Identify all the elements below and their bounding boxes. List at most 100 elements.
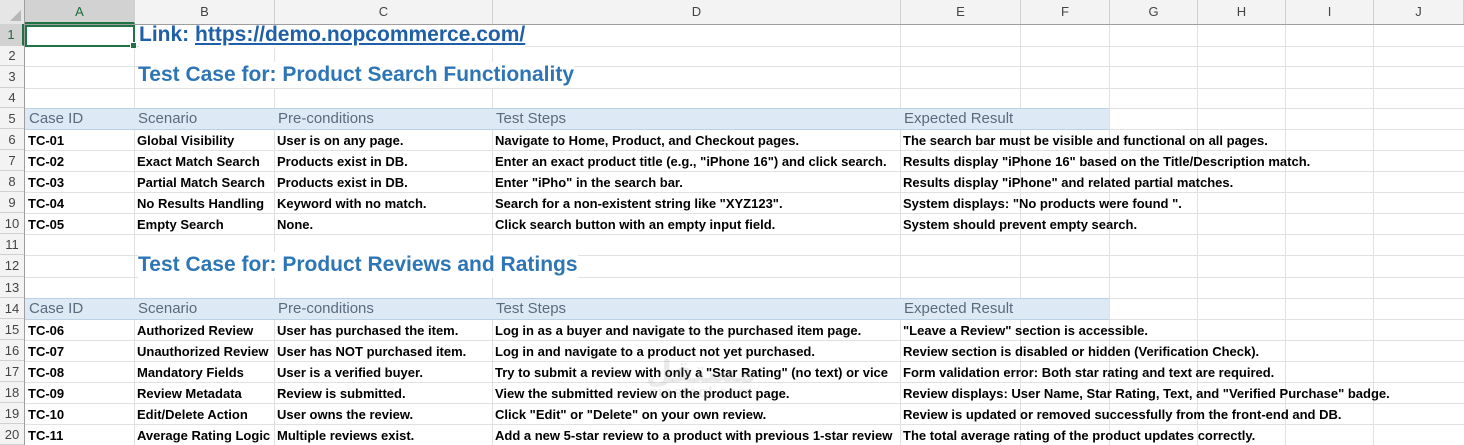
active-cell-a1[interactable] bbox=[25, 25, 137, 49]
section1-title: Test Case for: Product Search Functional… bbox=[138, 62, 575, 88]
case-id-cell: TC-10 bbox=[28, 407, 65, 422]
expected-result-cell: Form validation error: Both star rating … bbox=[903, 365, 1275, 380]
precondition-cell: Review is submitted. bbox=[277, 386, 406, 401]
case-id-cell: TC-04 bbox=[28, 196, 65, 211]
row-header-16[interactable]: 16 bbox=[0, 340, 24, 361]
column-header-d[interactable]: D bbox=[493, 0, 901, 24]
case-id-cell: TC-05 bbox=[28, 217, 65, 232]
row-header-5[interactable]: 5 bbox=[0, 108, 24, 129]
section1-header-preconditions: Pre-conditions bbox=[278, 110, 374, 127]
precondition-cell: None. bbox=[277, 217, 314, 232]
row-header-6[interactable]: 6 bbox=[0, 129, 24, 150]
test-steps-cell: Search for a non-existent string like "X… bbox=[495, 196, 783, 211]
case-id-cell: TC-07 bbox=[28, 344, 65, 359]
row-header-7[interactable]: 7 bbox=[0, 150, 24, 171]
expected-result-cell: "Leave a Review" section is accessible. bbox=[903, 323, 1149, 338]
column-header-b[interactable]: B bbox=[135, 0, 275, 24]
watermark: مستقل mostaql.com bbox=[646, 355, 756, 401]
column-header-bar: A B C D E F G H I J bbox=[0, 0, 1464, 25]
column-header-f[interactable]: F bbox=[1021, 0, 1110, 24]
section2-header-test-steps: Test Steps bbox=[496, 300, 567, 317]
scenario-cell: Exact Match Search bbox=[137, 154, 260, 169]
column-header-c[interactable]: C bbox=[275, 0, 493, 24]
expected-result-cell: Review is updated or removed successfull… bbox=[903, 407, 1342, 422]
section2-header-preconditions: Pre-conditions bbox=[278, 300, 374, 317]
case-id-cell: TC-11 bbox=[28, 428, 64, 443]
expected-result-cell: System should prevent empty search. bbox=[903, 217, 1138, 232]
case-id-cell: TC-02 bbox=[28, 154, 65, 169]
row-header-18[interactable]: 18 bbox=[0, 382, 24, 403]
precondition-cell: Multiple reviews exist. bbox=[277, 428, 415, 443]
expected-result-cell: The search bar must be visible and funct… bbox=[903, 133, 1268, 148]
precondition-cell: User is on any page. bbox=[277, 133, 404, 148]
precondition-cell: Products exist in DB. bbox=[277, 175, 408, 190]
scenario-cell: Partial Match Search bbox=[137, 175, 265, 190]
section2-header-expected-result: Expected Result bbox=[904, 300, 1014, 317]
link-label: Link: bbox=[139, 25, 195, 46]
precondition-cell: Products exist in DB. bbox=[277, 154, 408, 169]
row-header-10[interactable]: 10 bbox=[0, 213, 24, 234]
row-header-8[interactable]: 8 bbox=[0, 171, 24, 192]
column-header-j[interactable]: J bbox=[1374, 0, 1464, 24]
scenario-cell: Edit/Delete Action bbox=[137, 407, 248, 422]
scenario-cell: No Results Handling bbox=[137, 196, 265, 211]
section1-header-test-steps: Test Steps bbox=[496, 110, 567, 127]
row-header-11[interactable]: 11 bbox=[0, 234, 24, 255]
column-header-g[interactable]: G bbox=[1110, 0, 1198, 24]
scenario-cell: Mandatory Fields bbox=[137, 365, 244, 380]
scenario-cell: Empty Search bbox=[137, 217, 224, 232]
row-header-3[interactable]: 3 bbox=[0, 66, 24, 88]
link-cell: Link: https://demo.nopcommerce.com/ bbox=[139, 25, 526, 48]
row-header-2[interactable]: 2 bbox=[0, 46, 24, 66]
row-header-15[interactable]: 15 bbox=[0, 319, 24, 340]
case-id-cell: TC-01 bbox=[28, 133, 65, 148]
expected-result-cell: Review section is disabled or hidden (Ve… bbox=[903, 344, 1260, 359]
section1-header-expected-result: Expected Result bbox=[904, 110, 1014, 127]
case-id-cell: TC-08 bbox=[28, 365, 65, 380]
nopcommerce-link[interactable]: https://demo.nopcommerce.com/ bbox=[195, 25, 525, 46]
row-header-4[interactable]: 4 bbox=[0, 88, 24, 108]
column-header-e[interactable]: E bbox=[901, 0, 1021, 24]
watermark-sub: mostaql.com bbox=[649, 384, 753, 401]
test-steps-cell: Enter an exact product title (e.g., "iPh… bbox=[495, 154, 887, 169]
section1-header-scenario: Scenario bbox=[138, 110, 198, 127]
row-header-bar: 1 2 3 4 5 6 7 8 9 10 11 12 13 14 15 16 1… bbox=[0, 24, 25, 445]
test-steps-cell: Navigate to Home, Product, and Checkout … bbox=[495, 133, 800, 148]
select-all-corner[interactable] bbox=[0, 0, 25, 24]
row-header-12[interactable]: 12 bbox=[0, 255, 24, 277]
row-header-9[interactable]: 9 bbox=[0, 192, 24, 213]
column-header-h[interactable]: H bbox=[1198, 0, 1286, 24]
section2-header-scenario: Scenario bbox=[138, 300, 198, 317]
row-header-20[interactable]: 20 bbox=[0, 424, 24, 445]
row-header-14[interactable]: 14 bbox=[0, 298, 24, 319]
row-header-19[interactable]: 19 bbox=[0, 403, 24, 424]
test-steps-cell: Log in as a buyer and navigate to the pu… bbox=[495, 323, 862, 338]
test-steps-cell: Add a new 5-star review to a product wit… bbox=[495, 428, 893, 443]
expected-result-cell: Results display "iPhone 16" based on the… bbox=[903, 154, 1311, 169]
section2-header-case-id: Case ID bbox=[29, 300, 84, 317]
row-header-1[interactable]: 1 bbox=[0, 24, 24, 46]
test-steps-cell: Enter "iPho" in the search bar. bbox=[495, 175, 683, 190]
precondition-cell: User is a verified buyer. bbox=[277, 365, 423, 380]
scenario-cell: Average Rating Logic bbox=[137, 428, 271, 443]
row-header-17[interactable]: 17 bbox=[0, 361, 24, 382]
expected-result-cell: The total average rating of the product … bbox=[903, 428, 1256, 443]
scenario-cell: Review Metadata bbox=[137, 386, 242, 401]
precondition-cell: User owns the review. bbox=[277, 407, 414, 422]
scenario-cell: Unauthorized Review bbox=[137, 344, 269, 359]
precondition-cell: User has purchased the item. bbox=[277, 323, 459, 338]
expected-result-cell: System displays: "No products were found… bbox=[903, 196, 1182, 211]
column-header-i[interactable]: I bbox=[1286, 0, 1374, 24]
scenario-cell: Authorized Review bbox=[137, 323, 254, 338]
case-id-cell: TC-09 bbox=[28, 386, 65, 401]
test-steps-cell: Click "Edit" or "Delete" on your own rev… bbox=[495, 407, 767, 422]
column-header-a[interactable]: A bbox=[25, 0, 135, 24]
row-header-13[interactable]: 13 bbox=[0, 277, 24, 298]
expected-result-cell: Review displays: User Name, Star Rating,… bbox=[903, 386, 1390, 401]
precondition-cell: Keyword with no match. bbox=[277, 196, 427, 211]
expected-result-cell: Results display "iPhone" and related par… bbox=[903, 175, 1234, 190]
case-id-cell: TC-03 bbox=[28, 175, 65, 190]
test-steps-cell: Click search button with an empty input … bbox=[495, 217, 776, 232]
scenario-cell: Global Visibility bbox=[137, 133, 235, 148]
section2-title: Test Case for: Product Reviews and Ratin… bbox=[138, 252, 578, 278]
